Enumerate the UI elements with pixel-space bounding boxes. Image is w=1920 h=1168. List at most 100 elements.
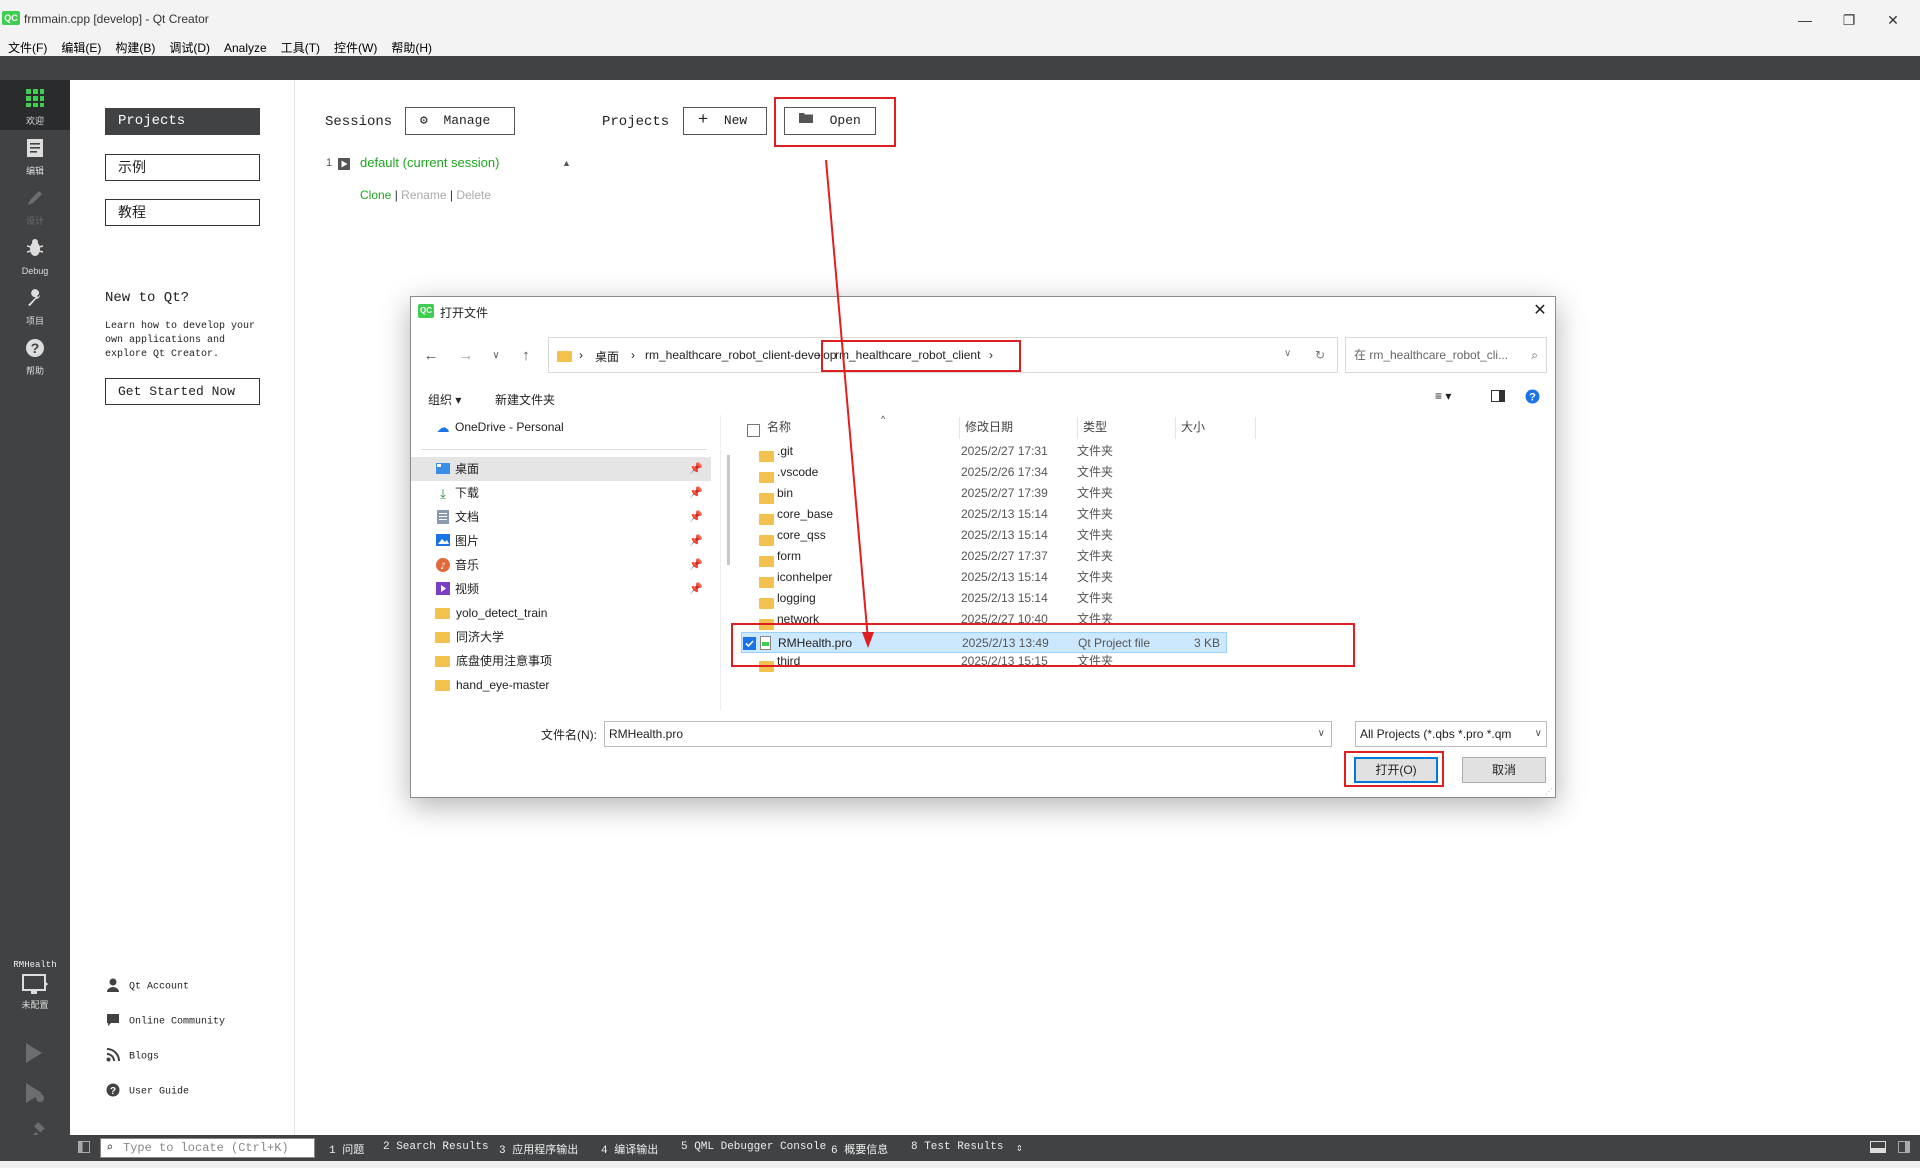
debug-run-icon[interactable] [24, 1082, 46, 1107]
session-delete[interactable]: Delete [456, 188, 491, 202]
tree-music[interactable]: ♪ 音乐 📌 [411, 553, 711, 577]
file-name: logging [777, 591, 816, 605]
breadcrumb-desktop[interactable]: 桌面 [595, 348, 619, 365]
session-clone[interactable]: Clone [360, 188, 391, 202]
column-type[interactable]: 类型 [1083, 415, 1107, 439]
address-bar[interactable]: › 桌面 › rm_healthcare_robot_client-develo… [548, 337, 1338, 373]
new-project-button[interactable]: + New [683, 107, 767, 135]
pane-general-messages[interactable]: 6 概要信息 [831, 1141, 888, 1157]
resize-grip-icon[interactable]: ⋰ [1545, 787, 1553, 796]
menu-tools[interactable]: 工具(T) [281, 42, 320, 54]
file-row[interactable]: iconhelper 2025/2/13 15:14 文件夹 [741, 567, 1541, 589]
menu-file[interactable]: 文件(F) [8, 42, 47, 54]
dialog-help-icon[interactable]: ? [1525, 389, 1540, 407]
preview-pane-icon[interactable] [1491, 390, 1505, 405]
open-label: Open [829, 113, 861, 128]
back-arrow-icon[interactable]: ← [420, 345, 442, 367]
pane-search-results[interactable]: 2 Search Results [383, 1141, 489, 1153]
mode-help[interactable]: ? 帮助 [0, 330, 70, 380]
menu-help[interactable]: 帮助(H) [391, 42, 432, 54]
sidebar-toggle-icon[interactable] [78, 1141, 90, 1157]
pane-compile-output[interactable]: 4 编译输出 [601, 1141, 658, 1157]
tree-scrollbar[interactable] [727, 455, 730, 565]
new-folder-button[interactable]: 新建文件夹 [495, 391, 555, 408]
mode-debug[interactable]: Debug [0, 230, 70, 280]
menu-edit[interactable]: 编辑(E) [61, 42, 101, 54]
file-row[interactable]: logging 2025/2/13 15:14 文件夹 [741, 588, 1541, 610]
file-name: form [777, 549, 801, 563]
dialog-cancel-button[interactable]: 取消 [1462, 757, 1546, 783]
menu-build[interactable]: 构建(B) [115, 42, 155, 54]
file-row[interactable]: core_base 2025/2/13 15:14 文件夹 [741, 504, 1541, 526]
column-name[interactable]: 名称 [767, 415, 791, 439]
right-sidebar-toggle-icon[interactable] [1898, 1141, 1910, 1157]
breadcrumb-develop[interactable]: rm_healthcare_robot_client-develop [645, 348, 836, 362]
file-row[interactable]: .vscode 2025/2/26 17:34 文件夹 [741, 462, 1541, 484]
dialog-open-button[interactable]: 打开(O) [1354, 757, 1438, 783]
tree-documents[interactable]: 文档 📌 [411, 505, 711, 529]
link-user-guide[interactable]: ? User Guide [105, 1083, 189, 1103]
more-panes-icon[interactable]: ⇕ [1016, 1141, 1023, 1155]
tree-onedrive[interactable]: ☁ OneDrive - Personal [411, 415, 711, 439]
tree-yolo[interactable]: yolo_detect_train [411, 601, 711, 625]
address-dropdown-icon[interactable]: ∨ [1284, 348, 1291, 359]
tree-hand-eye[interactable]: hand_eye-master [411, 673, 711, 697]
mode-welcome[interactable]: 欢迎 [0, 80, 70, 130]
minimize-button[interactable]: — [1782, 8, 1828, 32]
collapse-arrow-icon[interactable]: ▲ [562, 158, 571, 168]
link-qt-account[interactable]: Qt Account [105, 978, 189, 998]
tree-downloads[interactable]: ⤓ 下载 📌 [411, 481, 711, 505]
session-default[interactable]: default (current session) [360, 155, 499, 170]
session-play-icon[interactable] [338, 158, 350, 173]
manage-sessions-button[interactable]: ⚙ Manage [405, 107, 515, 135]
up-arrow-icon[interactable]: ↑ [515, 345, 537, 367]
kit-selector[interactable]: RMHealth 未配置 [0, 960, 70, 1011]
refresh-icon[interactable]: ↻ [1315, 348, 1325, 362]
get-started-button[interactable]: Get Started Now [105, 378, 260, 405]
recent-dropdown-icon[interactable]: ∨ [485, 345, 507, 367]
pane-issues[interactable]: 1 问题 [329, 1141, 364, 1157]
link-blogs[interactable]: Blogs [105, 1048, 159, 1068]
pane-test-results[interactable]: 8 Test Results [911, 1141, 1003, 1153]
column-date[interactable]: 修改日期 [965, 415, 1013, 439]
run-icon[interactable] [24, 1042, 44, 1067]
tree-desktop[interactable]: 桌面 📌 [411, 457, 711, 481]
restore-button[interactable]: ❐ [1826, 8, 1872, 32]
tree-pictures[interactable]: 图片 📌 [411, 529, 711, 553]
tab-tutorials[interactable]: 教程 [105, 199, 260, 226]
session-rename[interactable]: Rename [401, 188, 446, 202]
menu-analyze[interactable]: Analyze [224, 42, 267, 54]
dialog-close-button[interactable]: ✕ [1529, 300, 1551, 320]
file-row[interactable]: form 2025/2/27 17:37 文件夹 [741, 546, 1541, 568]
mode-design[interactable]: 设计 [0, 180, 70, 230]
mode-edit[interactable]: 编辑 [0, 130, 70, 180]
file-row-selected[interactable]: RMHealth.pro 2025/2/13 13:49 Qt Project … [741, 632, 1227, 653]
file-row[interactable]: bin 2025/2/27 17:39 文件夹 [741, 483, 1541, 505]
filename-input[interactable]: RMHealth.pro ∨ [604, 721, 1332, 747]
output-pane-toggle-icon[interactable] [1870, 1141, 1886, 1157]
file-row[interactable]: .git 2025/2/27 17:31 文件夹 [741, 441, 1541, 463]
organize-menu[interactable]: 组织 ▾ [428, 391, 461, 408]
close-button[interactable]: ✕ [1870, 8, 1916, 32]
pane-qml-console[interactable]: 5 QML Debugger Console [681, 1141, 826, 1153]
locator-input[interactable]: ⌕ Type to locate (Ctrl+K) [100, 1138, 315, 1158]
tree-tongji[interactable]: 同济大学 [411, 625, 711, 649]
menu-debug[interactable]: 调试(D) [169, 42, 210, 54]
view-options-icon[interactable]: ≡ ▾ [1435, 389, 1451, 403]
pin-icon: 📌 [689, 463, 703, 475]
column-size[interactable]: 大小 [1181, 415, 1205, 439]
file-type-filter-select[interactable]: All Projects (*.qbs *.pro *.qm ∨ [1355, 721, 1547, 747]
pane-app-output[interactable]: 3 应用程序输出 [499, 1141, 578, 1157]
tab-examples[interactable]: 示例 [105, 154, 260, 181]
tree-chassis-notes[interactable]: 底盘使用注意事项 [411, 649, 711, 673]
forward-arrow-icon[interactable]: → [455, 345, 477, 367]
tree-videos[interactable]: 视频 📌 [411, 577, 711, 601]
tab-projects[interactable]: Projects [105, 108, 260, 135]
menu-controls[interactable]: 控件(W) [334, 42, 377, 54]
help-icon: ? [23, 338, 47, 360]
link-online-community[interactable]: Online Community [105, 1013, 225, 1033]
file-row[interactable]: core_qss 2025/2/13 15:14 文件夹 [741, 525, 1541, 547]
open-project-button[interactable]: Open [784, 107, 876, 135]
search-input[interactable]: 在 rm_healthcare_robot_cli... ⌕ [1345, 337, 1547, 373]
mode-projects[interactable]: 项目 [0, 280, 70, 330]
